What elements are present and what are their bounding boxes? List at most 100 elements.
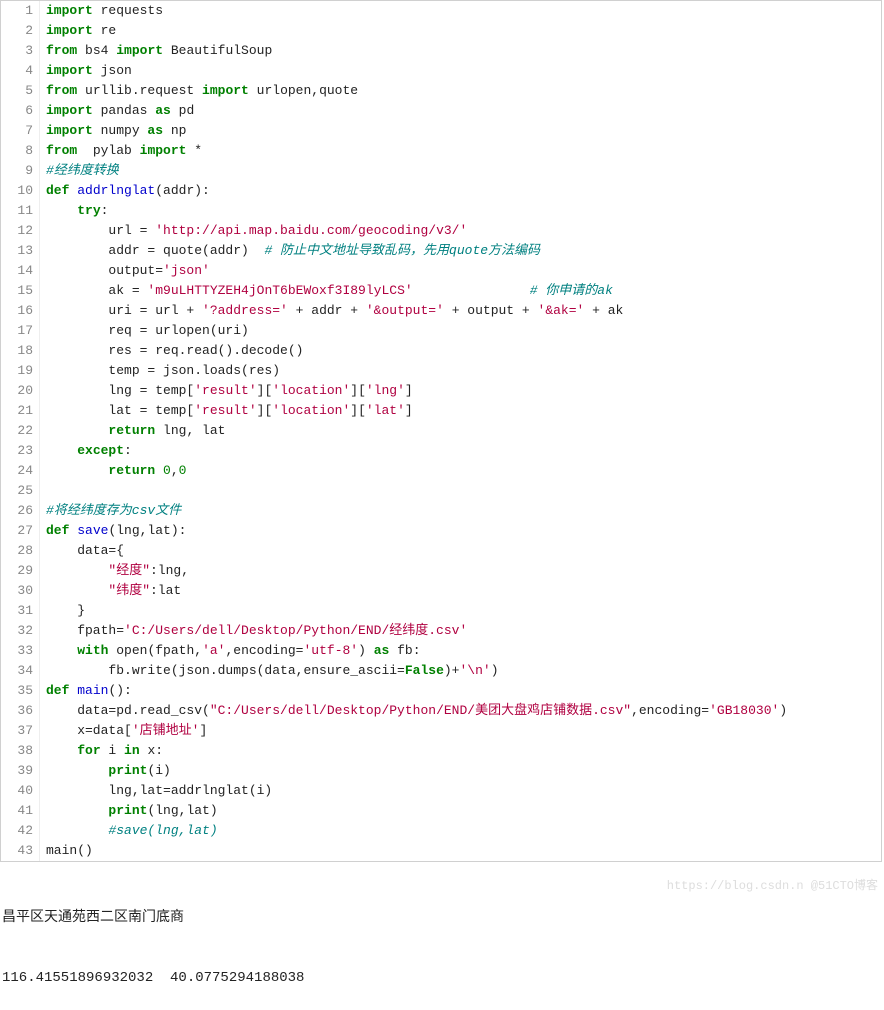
console-line: 116.41551896932032 40.0775294188038 — [2, 968, 882, 988]
console-line: 昌平区天通苑西二区南门底商 — [2, 908, 882, 928]
code-content: req = urlopen(uri) — [40, 321, 881, 341]
code-line: 20 lng = temp['result']['location']['lng… — [1, 381, 881, 401]
line-number: 18 — [1, 341, 40, 361]
code-line: 1import requests — [1, 1, 881, 21]
code-content: for i in x: — [40, 741, 881, 761]
code-line: 41 print(lng,lat) — [1, 801, 881, 821]
code-content: data={ — [40, 541, 881, 561]
line-number: 3 — [1, 41, 40, 61]
code-line: 4import json — [1, 61, 881, 81]
code-content: def addrlnglat(addr): — [40, 181, 881, 201]
code-line: 24 return 0,0 — [1, 461, 881, 481]
code-content: except: — [40, 441, 881, 461]
code-content: url = 'http://api.map.baidu.com/geocodin… — [40, 221, 881, 241]
code-content — [40, 481, 881, 501]
code-line: 30 "纬度":lat — [1, 581, 881, 601]
code-line: 40 lng,lat=addrlnglat(i) — [1, 781, 881, 801]
code-content: } — [40, 601, 881, 621]
code-line: 3from bs4 import BeautifulSoup — [1, 41, 881, 61]
code-content: x=data['店铺地址'] — [40, 721, 881, 741]
code-content: addr = quote(addr) # 防止中文地址导致乱码，先用quote方… — [40, 241, 881, 261]
code-content: import numpy as np — [40, 121, 881, 141]
code-line: 7import numpy as np — [1, 121, 881, 141]
code-content: from pylab import * — [40, 141, 881, 161]
line-number: 7 — [1, 121, 40, 141]
line-number: 39 — [1, 761, 40, 781]
code-line: 34 fb.write(json.dumps(data,ensure_ascii… — [1, 661, 881, 681]
code-content: return 0,0 — [40, 461, 881, 481]
line-number: 22 — [1, 421, 40, 441]
line-number: 26 — [1, 501, 40, 521]
code-line: 38 for i in x: — [1, 741, 881, 761]
line-number: 11 — [1, 201, 40, 221]
code-line: 36 data=pd.read_csv("C:/Users/dell/Deskt… — [1, 701, 881, 721]
line-number: 16 — [1, 301, 40, 321]
line-number: 32 — [1, 621, 40, 641]
code-line: 6import pandas as pd — [1, 101, 881, 121]
line-number: 28 — [1, 541, 40, 561]
line-number: 5 — [1, 81, 40, 101]
line-number: 27 — [1, 521, 40, 541]
line-number: 36 — [1, 701, 40, 721]
code-content: from bs4 import BeautifulSoup — [40, 41, 881, 61]
code-line: 10def addrlnglat(addr): — [1, 181, 881, 201]
code-line: 39 print(i) — [1, 761, 881, 781]
code-content: import pandas as pd — [40, 101, 881, 121]
code-content: from urllib.request import urlopen,quote — [40, 81, 881, 101]
line-number: 21 — [1, 401, 40, 421]
code-content: fpath='C:/Users/dell/Desktop/Python/END/… — [40, 621, 881, 641]
line-number: 30 — [1, 581, 40, 601]
line-number: 1 — [1, 1, 40, 21]
code-line: 11 try: — [1, 201, 881, 221]
code-content: print(i) — [40, 761, 881, 781]
line-number: 29 — [1, 561, 40, 581]
line-number: 8 — [1, 141, 40, 161]
line-number: 2 — [1, 21, 40, 41]
code-content: import re — [40, 21, 881, 41]
line-number: 19 — [1, 361, 40, 381]
code-content: res = req.read().decode() — [40, 341, 881, 361]
code-line: 16 uri = url + '?address=' + addr + '&ou… — [1, 301, 881, 321]
code-content: print(lng,lat) — [40, 801, 881, 821]
line-number: 6 — [1, 101, 40, 121]
line-number: 37 — [1, 721, 40, 741]
line-number: 41 — [1, 801, 40, 821]
code-content: uri = url + '?address=' + addr + '&outpu… — [40, 301, 881, 321]
code-line: 18 res = req.read().decode() — [1, 341, 881, 361]
code-line: 19 temp = json.loads(res) — [1, 361, 881, 381]
line-number: 20 — [1, 381, 40, 401]
line-number: 40 — [1, 781, 40, 801]
code-content: temp = json.loads(res) — [40, 361, 881, 381]
line-number: 9 — [1, 161, 40, 181]
code-line: 22 return lng, lat — [1, 421, 881, 441]
code-content: import requests — [40, 1, 881, 21]
code-content: #save(lng,lat) — [40, 821, 881, 841]
line-number: 4 — [1, 61, 40, 81]
console-output: 昌平区天通苑西二区南门底商 116.41551896932032 40.0775… — [0, 862, 884, 1010]
code-content: def main(): — [40, 681, 881, 701]
line-number: 10 — [1, 181, 40, 201]
code-line: 23 except: — [1, 441, 881, 461]
code-line: 13 addr = quote(addr) # 防止中文地址导致乱码，先用quo… — [1, 241, 881, 261]
code-line: 21 lat = temp['result']['location']['lat… — [1, 401, 881, 421]
code-content: ak = 'm9uLHTTYZEH4jOnT6bEWoxf3I89lyLCS' … — [40, 281, 881, 301]
code-content: "经度":lng, — [40, 561, 881, 581]
code-line: 27def save(lng,lat): — [1, 521, 881, 541]
code-content: lng,lat=addrlnglat(i) — [40, 781, 881, 801]
code-line: 35def main(): — [1, 681, 881, 701]
code-editor[interactable]: 1import requests 2import re 3from bs4 im… — [0, 0, 882, 862]
code-line: 37 x=data['店铺地址'] — [1, 721, 881, 741]
line-number: 24 — [1, 461, 40, 481]
line-number: 34 — [1, 661, 40, 681]
code-line: 15 ak = 'm9uLHTTYZEH4jOnT6bEWoxf3I89lyLC… — [1, 281, 881, 301]
code-content: data=pd.read_csv("C:/Users/dell/Desktop/… — [40, 701, 881, 721]
code-line: 33 with open(fpath,'a',encoding='utf-8')… — [1, 641, 881, 661]
code-content: #经纬度转换 — [40, 161, 881, 181]
code-line: 5from urllib.request import urlopen,quot… — [1, 81, 881, 101]
code-line: 14 output='json' — [1, 261, 881, 281]
code-content: lat = temp['result']['location']['lat'] — [40, 401, 881, 421]
code-content: with open(fpath,'a',encoding='utf-8') as… — [40, 641, 881, 661]
code-content: return lng, lat — [40, 421, 881, 441]
code-line: 9#经纬度转换 — [1, 161, 881, 181]
code-line: 25 — [1, 481, 881, 501]
